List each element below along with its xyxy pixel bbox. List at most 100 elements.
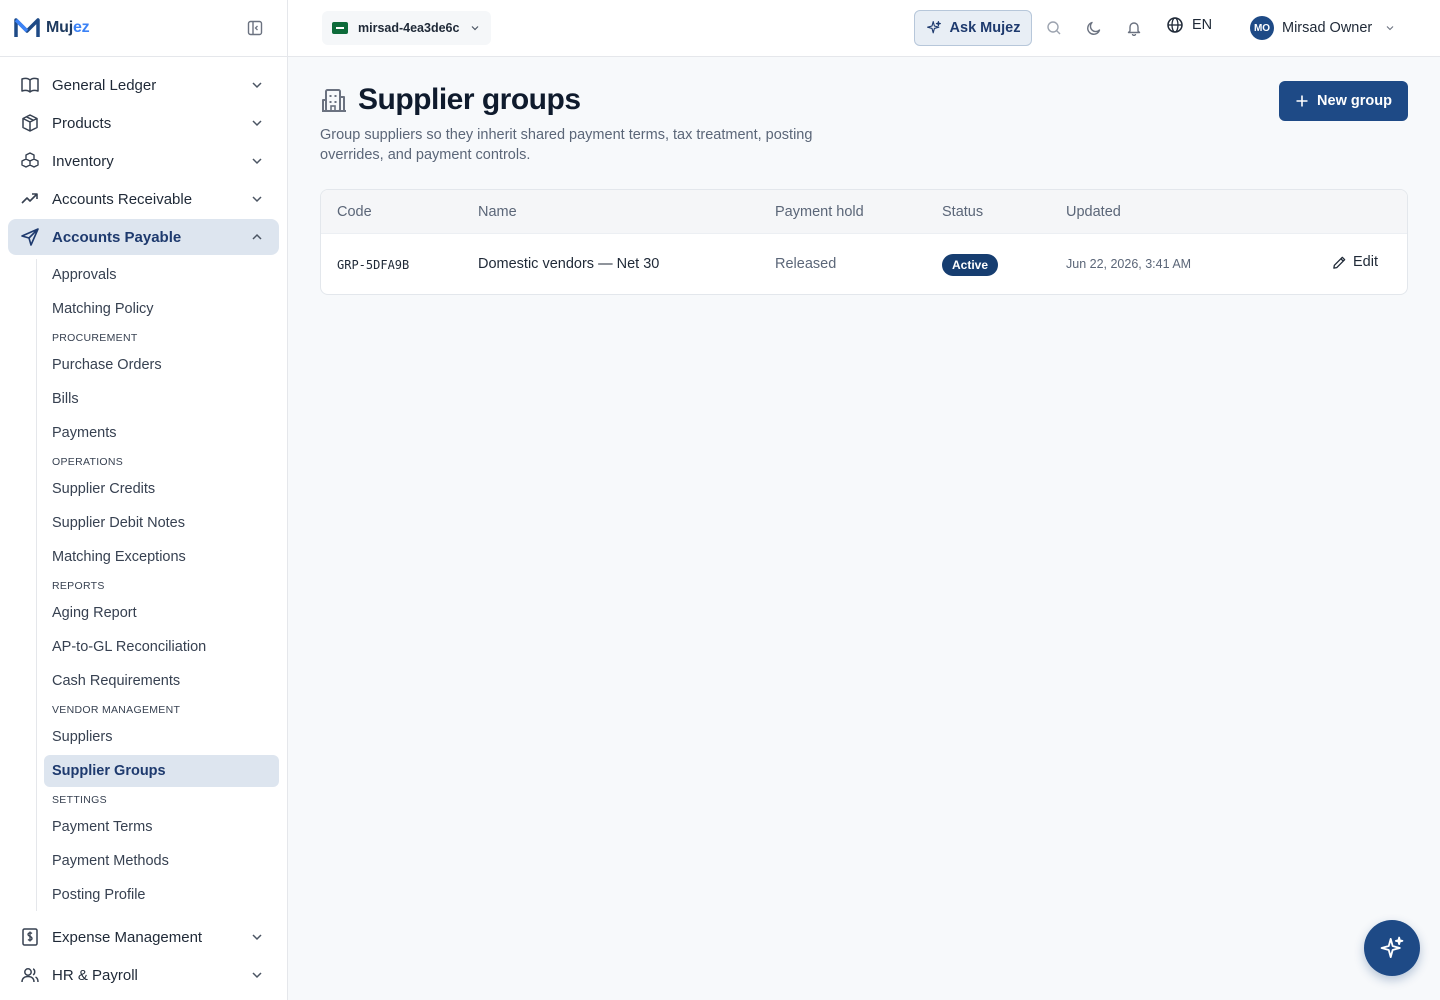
- chevron-up-icon: [252, 233, 262, 240]
- sparkles-icon: [926, 21, 941, 34]
- box-icon: [20, 113, 40, 133]
- supplier-groups-table: Code Name Payment hold Status Updated GR…: [320, 189, 1408, 295]
- new-group-button[interactable]: New group: [1279, 81, 1408, 121]
- search-button[interactable]: [1044, 18, 1064, 38]
- sidebar-item-label: Accounts Receivable: [52, 190, 193, 208]
- group-code: GRP-5DFA9B: [337, 258, 410, 272]
- page-subtitle: Group suppliers so they inherit shared p…: [320, 127, 813, 163]
- sidebar-item-supplier-credits[interactable]: Supplier Credits: [44, 473, 279, 505]
- status-badge: Active: [942, 254, 999, 276]
- sidebar-collapse-button[interactable]: [243, 16, 267, 40]
- chevron-down-icon: [252, 120, 262, 127]
- language-label: EN: [1192, 17, 1213, 33]
- user-name: Mirsad Owner: [1282, 20, 1373, 36]
- edit-button[interactable]: Edit: [1332, 254, 1378, 270]
- receipt-icon: [20, 927, 40, 947]
- sidebar-item-hr-payroll[interactable]: HR & Payroll: [8, 957, 279, 993]
- sidebar-item-accounts-receivable[interactable]: Accounts Receivable: [8, 181, 279, 217]
- building-icon: [322, 89, 346, 112]
- column-header-name: Name: [478, 204, 517, 220]
- tenant-name: mirsad-4ea3de6c: [358, 21, 460, 35]
- sidebar-item-ap-gl-reconciliation[interactable]: AP-to-GL Reconciliation: [44, 631, 279, 663]
- sidebar-item-label: General Ledger: [52, 76, 157, 94]
- section-label-operations: OPERATIONS: [52, 456, 124, 468]
- sidebar-header: Mujez: [0, 0, 287, 57]
- sidebar-item-label: Products: [52, 114, 112, 132]
- chevron-down-icon: [252, 972, 262, 979]
- page-header: Supplier groups: [320, 83, 581, 117]
- logo-text: Mujez: [46, 19, 90, 36]
- globe-icon: [1167, 17, 1183, 33]
- section-label-reports: REPORTS: [52, 580, 105, 592]
- table-header: Code Name Payment hold Status Updated: [321, 190, 1407, 234]
- chevron-down-icon: [252, 82, 262, 89]
- sidebar-nav: General Ledger Products Inventory Accoun…: [0, 57, 287, 1000]
- section-label-settings: SETTINGS: [52, 794, 107, 806]
- page-title: Supplier groups: [358, 83, 581, 116]
- group-name: Domestic vendors — Net 30: [478, 256, 660, 272]
- assistant-fab-button[interactable]: [1364, 920, 1420, 976]
- ask-mujez-button[interactable]: Ask Mujez: [914, 10, 1032, 46]
- book-icon: [20, 75, 40, 95]
- sidebar-item-accounts-payable[interactable]: Accounts Payable: [8, 219, 279, 255]
- column-header-code: Code: [337, 204, 372, 220]
- ask-mujez-label: Ask Mujez: [949, 20, 1021, 36]
- chevron-down-icon: [472, 26, 479, 31]
- sidebar-item-posting-profile[interactable]: Posting Profile: [44, 879, 279, 911]
- sidebar-item-cash-requirements[interactable]: Cash Requirements: [44, 665, 279, 697]
- section-label-procurement: PROCUREMENT: [52, 332, 138, 344]
- users-icon: [20, 965, 40, 985]
- payment-hold-value: Released: [775, 256, 837, 272]
- section-label-vendor-management: VENDOR MANAGEMENT: [52, 704, 181, 716]
- table-row[interactable]: GRP-5DFA9B Domestic vendors — Net 30 Rel…: [321, 234, 1407, 294]
- sidebar-item-label: Accounts Payable: [52, 228, 182, 246]
- sidebar-item-bills[interactable]: Bills: [44, 383, 279, 415]
- sidebar-item-payments[interactable]: Payments: [44, 417, 279, 449]
- new-group-label: New group: [1317, 93, 1392, 109]
- updated-timestamp: Jun 22, 2026, 3:41 AM: [1066, 257, 1192, 271]
- language-selector[interactable]: EN: [1166, 16, 1212, 34]
- panel-left-icon: [247, 20, 263, 36]
- bell-icon: [1127, 22, 1141, 36]
- theme-toggle-button[interactable]: [1084, 18, 1104, 38]
- avatar: MO: [1250, 16, 1274, 40]
- boxes-icon: [20, 151, 40, 171]
- sparkles-icon: [1380, 936, 1404, 959]
- trending-up-icon: [20, 189, 40, 209]
- sidebar-item-general-ledger[interactable]: General Ledger: [8, 67, 279, 103]
- notifications-button[interactable]: [1124, 18, 1144, 38]
- main-content: Supplier groups Group suppliers so they …: [288, 57, 1440, 1000]
- sidebar-item-approvals[interactable]: Approvals: [44, 259, 279, 291]
- sidebar-item-products[interactable]: Products: [8, 105, 279, 141]
- chevron-down-icon: [252, 196, 262, 203]
- chevron-down-icon: [252, 158, 262, 165]
- chevron-down-icon: [252, 934, 262, 941]
- pencil-icon: [1333, 256, 1346, 269]
- sidebar-item-aging-report[interactable]: Aging Report: [44, 597, 279, 629]
- search-icon: [1047, 21, 1061, 35]
- flag-icon: [332, 22, 348, 34]
- edit-label: Edit: [1353, 254, 1378, 270]
- sidebar-item-label: HR & Payroll: [52, 966, 138, 984]
- sidebar-item-matching-policy[interactable]: Matching Policy: [44, 293, 279, 325]
- sidebar-item-inventory[interactable]: Inventory: [8, 143, 279, 179]
- sidebar-item-label: Expense Management: [52, 928, 203, 946]
- sidebar-item-expense-management[interactable]: Expense Management: [8, 919, 279, 955]
- user-menu[interactable]: MO Mirsad Owner: [1250, 16, 1396, 40]
- tenant-selector[interactable]: mirsad-4ea3de6c: [322, 11, 492, 45]
- logo[interactable]: Mujez: [14, 17, 90, 39]
- plus-icon: [1296, 95, 1308, 107]
- sidebar-item-supplier-debit-notes[interactable]: Supplier Debit Notes: [44, 507, 279, 539]
- sidebar-item-payment-methods[interactable]: Payment Methods: [44, 845, 279, 877]
- sidebar: Mujez General Ledger Products Inventory …: [0, 0, 288, 1000]
- column-header-status: Status: [942, 204, 984, 220]
- column-header-payment-hold: Payment hold: [775, 204, 864, 220]
- sidebar-item-payment-terms[interactable]: Payment Terms: [44, 811, 279, 843]
- sidebar-item-purchase-orders[interactable]: Purchase Orders: [44, 349, 279, 381]
- send-icon: [20, 227, 40, 247]
- sidebar-item-matching-exceptions[interactable]: Matching Exceptions: [44, 541, 279, 573]
- sidebar-item-label: Inventory: [52, 152, 114, 170]
- sidebar-item-supplier-groups[interactable]: Supplier Groups: [44, 755, 279, 787]
- chevron-down-icon: [1386, 26, 1394, 31]
- sidebar-item-suppliers[interactable]: Suppliers: [44, 721, 279, 753]
